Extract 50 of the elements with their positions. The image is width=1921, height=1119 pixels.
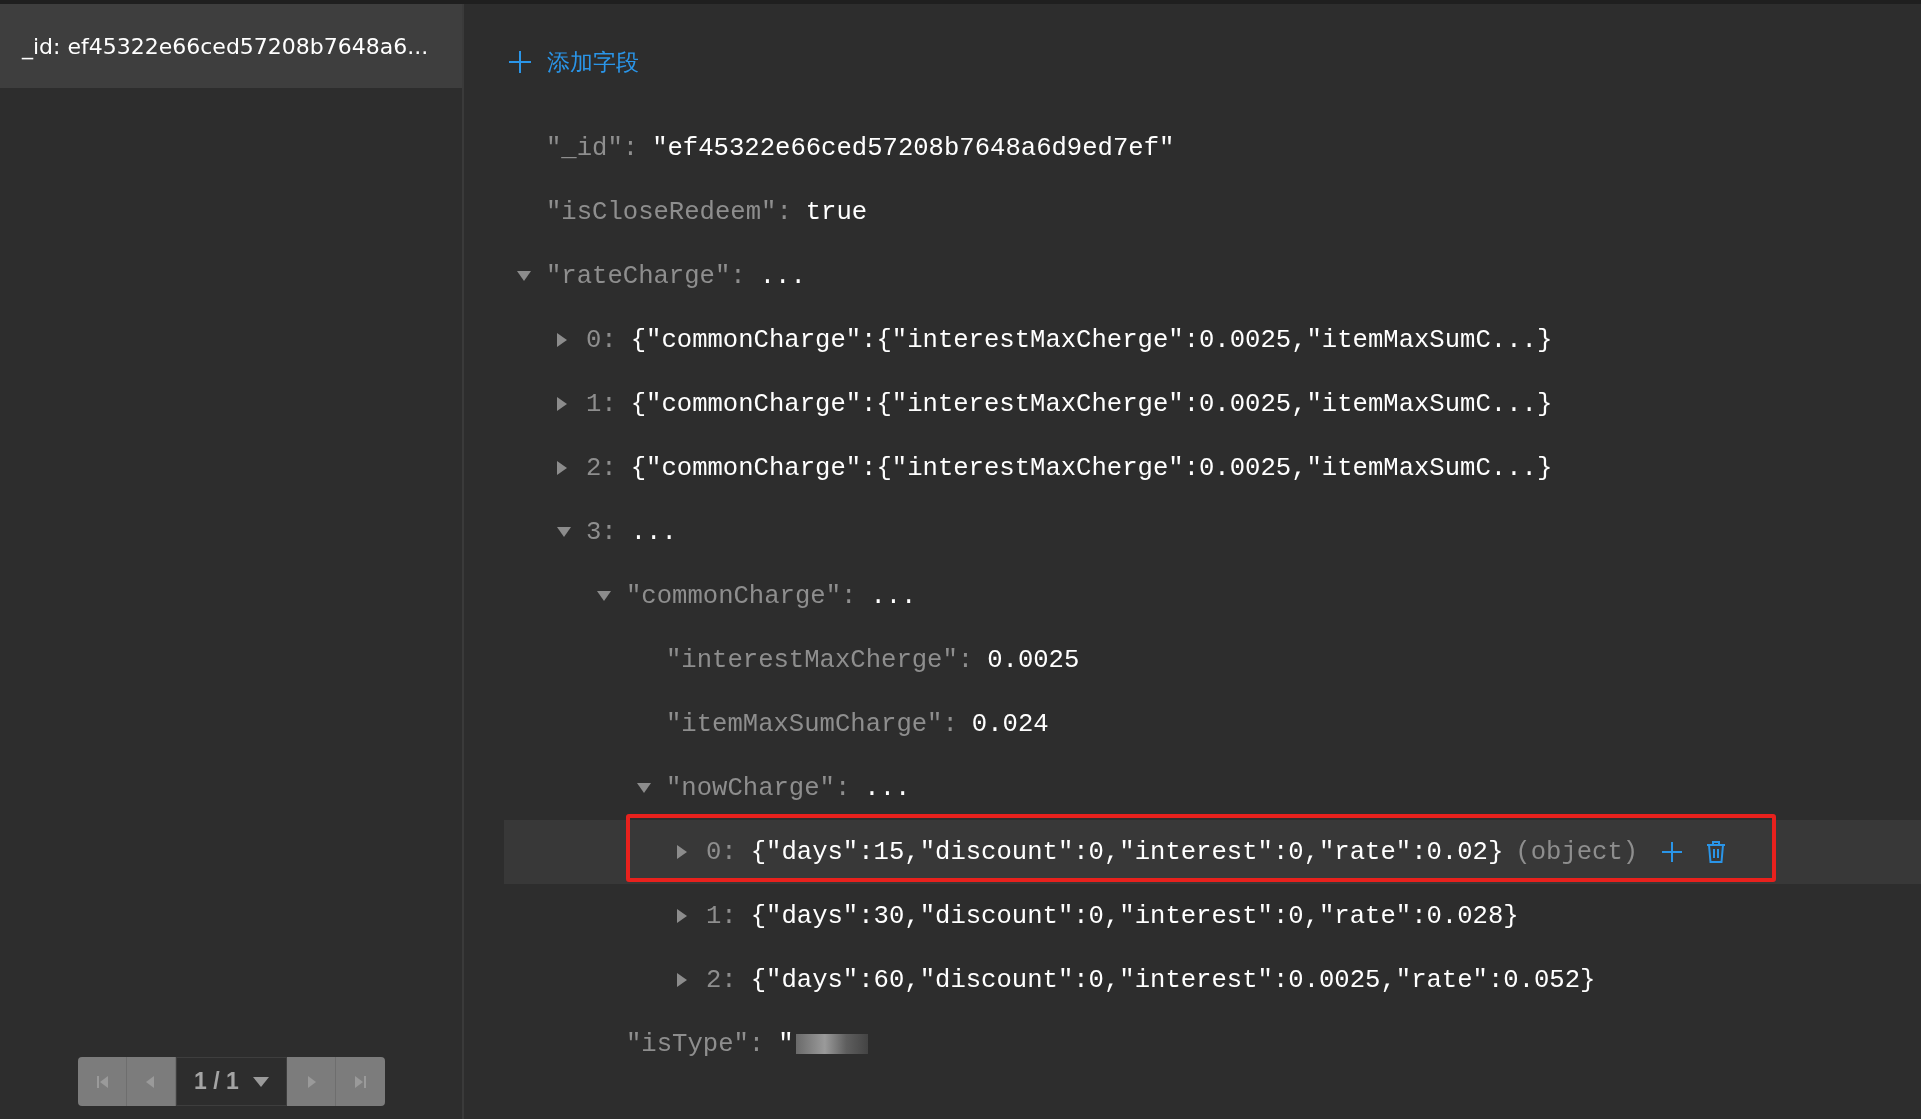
field-value: ... xyxy=(864,773,911,803)
field-value: {"commonCharge":{"interestMaxCherge":0.0025,"itemMaxSumC...} xyxy=(630,325,1553,355)
field-value: ... xyxy=(759,261,806,291)
expand-toggle-icon[interactable] xyxy=(557,333,567,347)
expand-toggle-icon[interactable] xyxy=(557,397,567,411)
field-value: " xyxy=(778,1029,794,1059)
plus-icon xyxy=(1662,842,1683,862)
field-key: 0: xyxy=(706,837,737,867)
field-key: 2: xyxy=(586,453,617,483)
trash-icon xyxy=(1706,841,1727,863)
field-value: "ef45322e66ced57208b7648a6d9ed7ef" xyxy=(652,133,1175,163)
field-value: {"commonCharge":{"interestMaxCherge":0.0025,"itemMaxSumC...} xyxy=(630,453,1553,483)
expand-toggle-icon[interactable] xyxy=(637,783,651,793)
field-key: "nowCharge": xyxy=(666,773,851,803)
field-key: "isType": xyxy=(626,1029,765,1059)
field-value: {"days":15,"discount":0,"interest":0,"rate":0.02} xyxy=(750,837,1504,867)
field-value: 0.024 xyxy=(971,709,1049,739)
field-key: "commonCharge": xyxy=(626,581,857,611)
caret-icon xyxy=(252,1076,269,1087)
plus-icon xyxy=(509,51,531,73)
expand-toggle-icon[interactable] xyxy=(677,909,687,923)
field-value: {"commonCharge":{"interestMaxCherge":0.0025,"itemMaxSumC...} xyxy=(630,389,1553,419)
expand-toggle-icon[interactable] xyxy=(517,271,531,281)
field-key: "_id": xyxy=(546,133,639,163)
field-key: 0: xyxy=(586,325,617,355)
type-label: (object) xyxy=(1515,837,1639,867)
field-key: 2: xyxy=(706,965,737,995)
field-value: {"days":60,"discount":0,"interest":0.0025,"rate":0.052} xyxy=(750,965,1596,995)
field-key: 3: xyxy=(586,517,617,547)
field-value: 0.0025 xyxy=(987,645,1080,675)
expand-toggle-icon[interactable] xyxy=(677,973,687,987)
field-key: "interestMaxCherge": xyxy=(666,645,974,675)
field-key: "isCloseRedeem": xyxy=(546,197,792,227)
field-key: "itemMaxSumCharge": xyxy=(666,709,958,739)
delete-button[interactable] xyxy=(1706,841,1727,863)
field-value: true xyxy=(805,197,868,227)
field-key: 1: xyxy=(586,389,617,419)
expand-toggle-icon[interactable] xyxy=(557,461,567,475)
document-list-item[interactable]: _id: ef45322e66ced57208b7648a6... xyxy=(0,4,462,88)
expand-toggle-icon[interactable] xyxy=(557,527,571,537)
field-value: {"days":30,"discount":0,"interest":0,"rate":0.028} xyxy=(750,901,1519,931)
expand-toggle-icon[interactable] xyxy=(597,591,611,601)
field-key: 1: xyxy=(706,901,737,931)
field-value: ... xyxy=(630,517,677,547)
add-field-button[interactable]: 添加字段 xyxy=(509,40,639,84)
field-value: ... xyxy=(870,581,917,611)
field-key: "rateCharge": xyxy=(546,261,746,291)
add-button[interactable] xyxy=(1662,842,1683,862)
expand-toggle-icon[interactable] xyxy=(677,845,687,859)
page-selector[interactable]: 1 / 1 xyxy=(176,1057,287,1106)
